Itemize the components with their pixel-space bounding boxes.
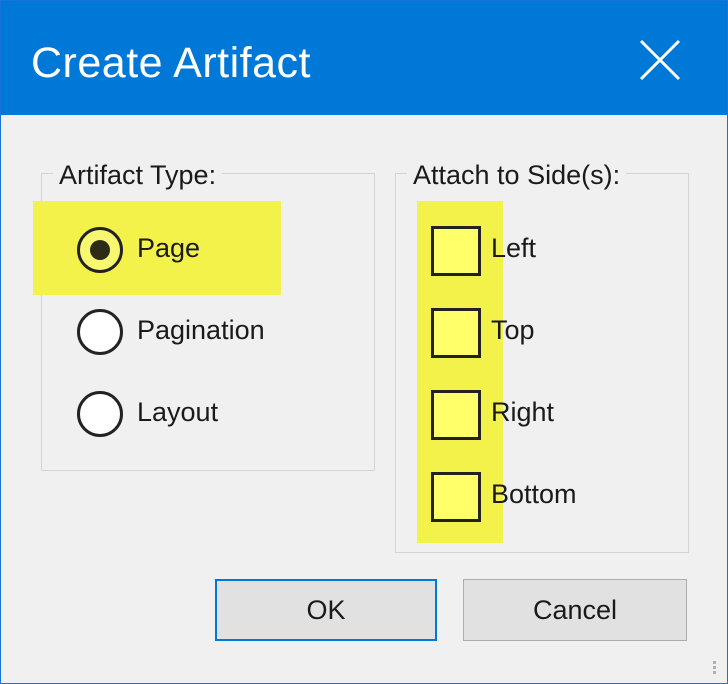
checkbox-right[interactable]: Right: [431, 390, 591, 444]
checkbox-left-label: Left: [491, 233, 537, 263]
checkbox-icon: [431, 226, 481, 276]
radio-pagination[interactable]: Pagination: [77, 309, 297, 363]
cancel-button[interactable]: Cancel: [463, 579, 687, 641]
checkbox-icon: [431, 472, 481, 522]
checkbox-right-label: Right: [491, 397, 555, 427]
radio-page[interactable]: Page: [77, 227, 277, 281]
checkbox-icon: [431, 390, 481, 440]
close-icon: [639, 39, 681, 81]
resize-grip-icon[interactable]: [701, 657, 719, 675]
create-artifact-dialog: Create Artifact Artifact Type: Page Pagi…: [0, 0, 728, 684]
radio-page-label: Page: [137, 233, 201, 263]
checkbox-bottom[interactable]: Bottom: [431, 472, 611, 526]
radio-layout[interactable]: Layout: [77, 391, 277, 445]
checkbox-bottom-label: Bottom: [491, 479, 577, 509]
title-bar: Create Artifact: [1, 1, 727, 115]
checkbox-icon: [431, 308, 481, 358]
radio-selected-icon: [77, 227, 123, 273]
checkbox-top-label: Top: [491, 315, 535, 345]
attach-sides-legend: Attach to Side(s):: [407, 158, 627, 192]
artifact-type-legend: Artifact Type:: [53, 158, 223, 192]
ok-button[interactable]: OK: [215, 579, 437, 641]
radio-layout-label: Layout: [137, 397, 219, 427]
checkbox-top[interactable]: Top: [431, 308, 571, 362]
radio-unselected-icon: [77, 391, 123, 437]
close-button[interactable]: [627, 29, 693, 91]
radio-pagination-label: Pagination: [137, 315, 265, 345]
checkbox-left[interactable]: Left: [431, 226, 571, 280]
radio-dot-icon: [90, 240, 110, 260]
dialog-title: Create Artifact: [31, 39, 311, 87]
radio-unselected-icon: [77, 309, 123, 355]
